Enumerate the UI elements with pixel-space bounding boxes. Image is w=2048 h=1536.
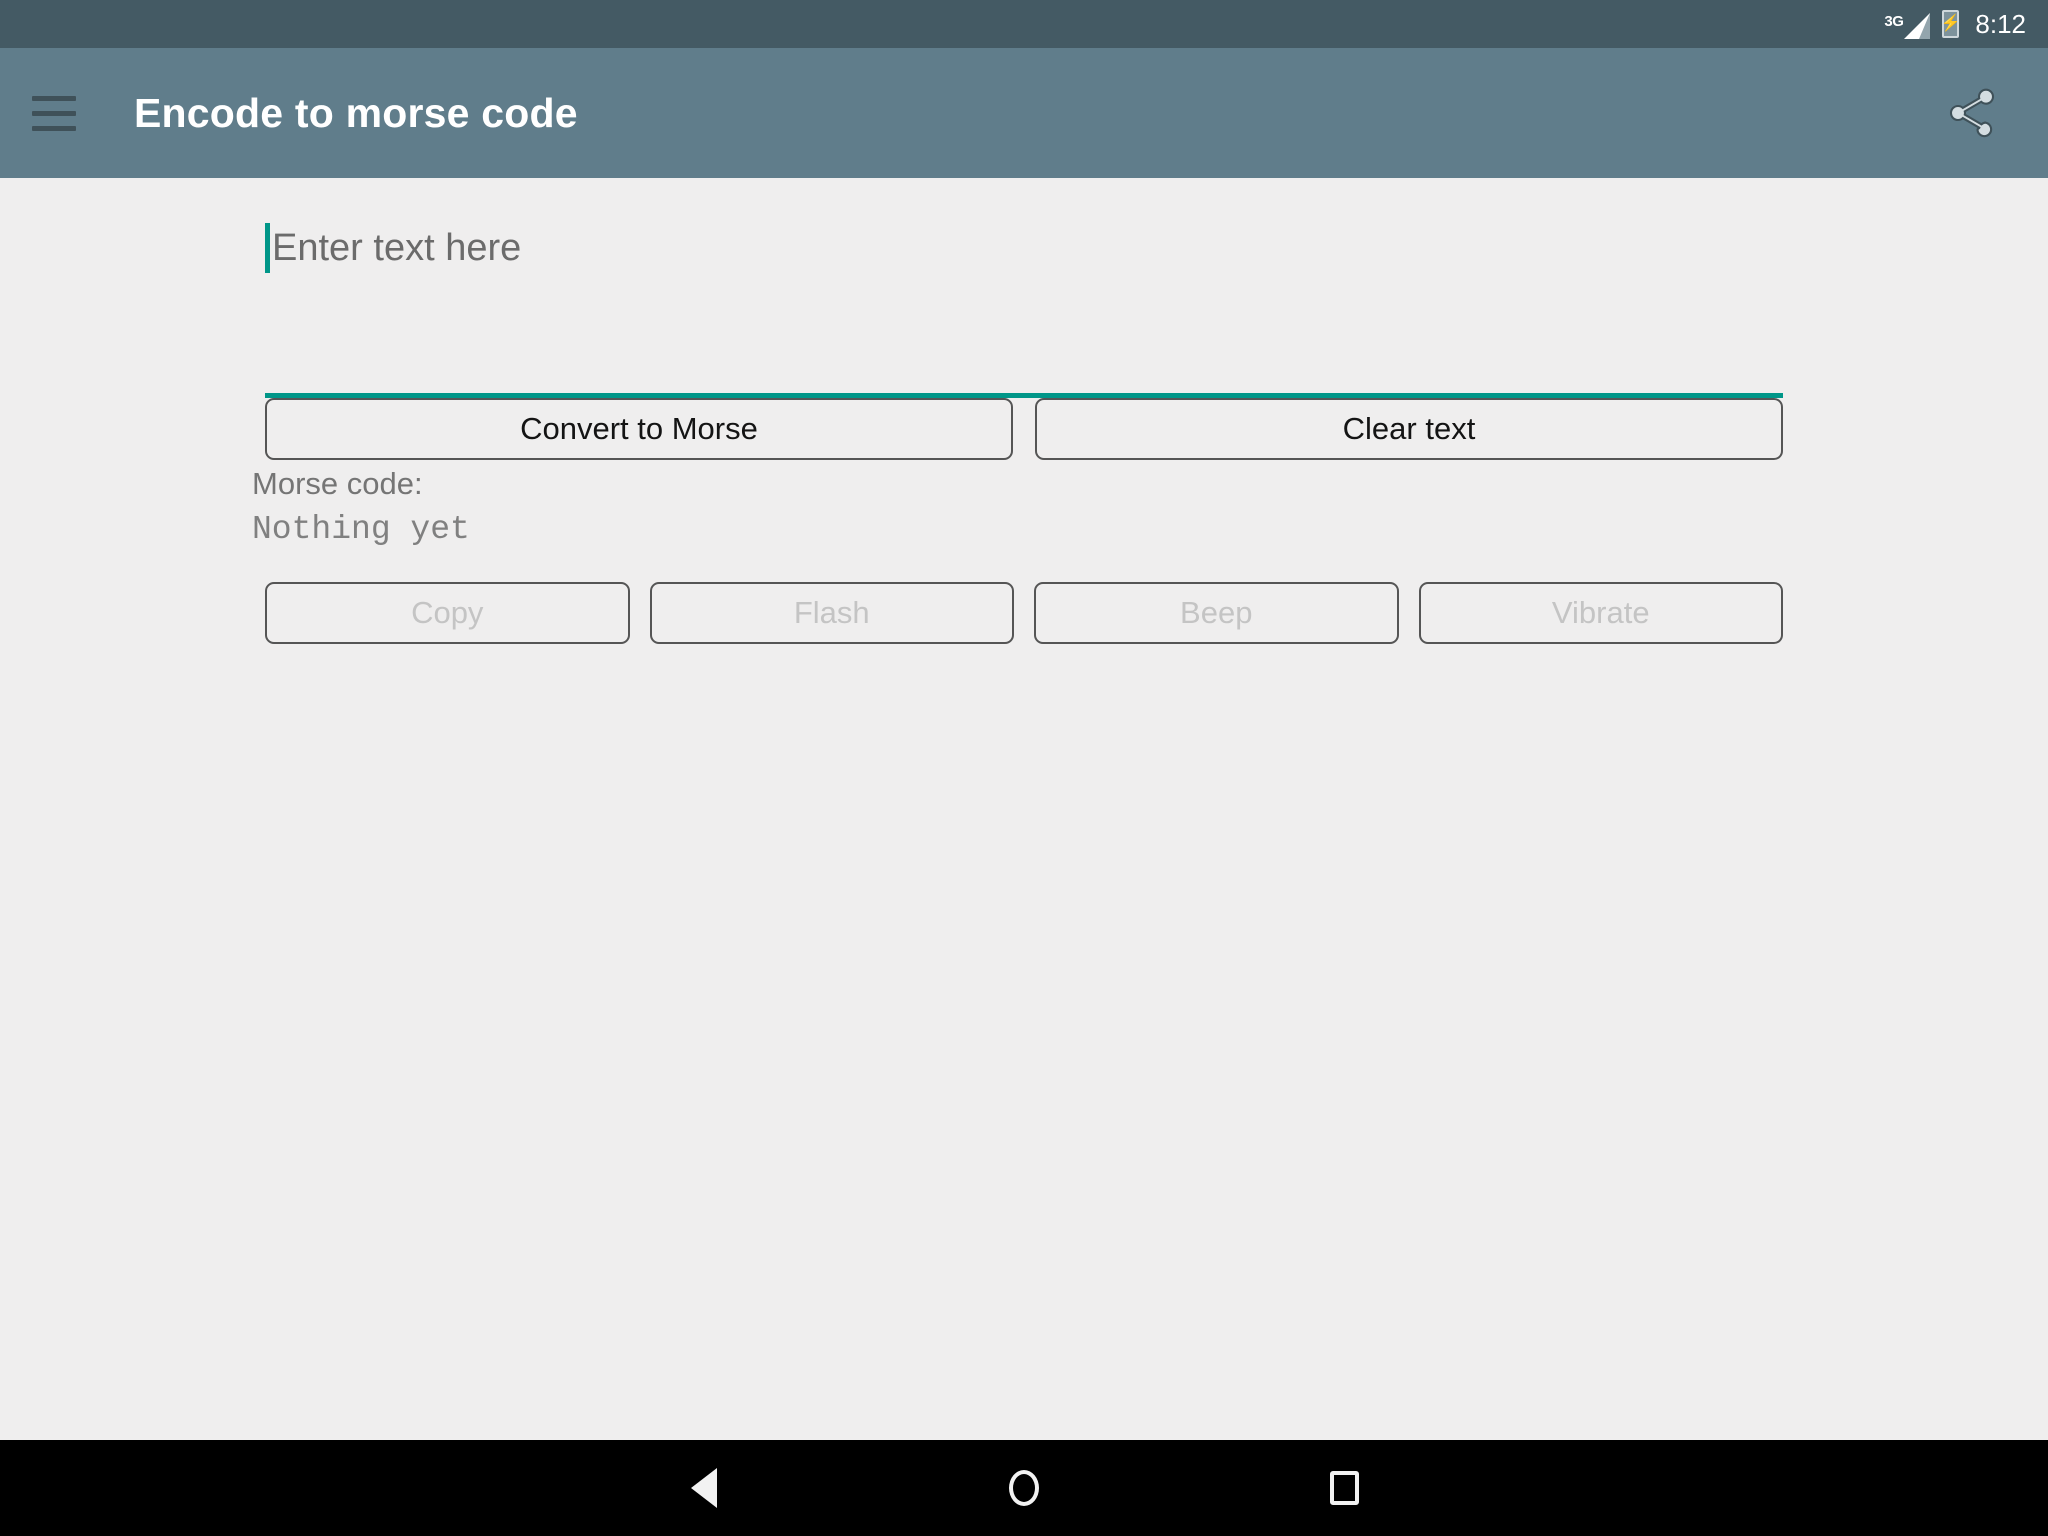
status-bar: 3G ⚡ 8:12: [0, 0, 2048, 48]
back-triangle-icon: [691, 1468, 717, 1508]
secondary-action-row: Copy Flash Beep Vibrate: [265, 582, 1783, 644]
page-title: Encode to morse code: [134, 89, 578, 136]
network-type-label: 3G: [1884, 13, 1904, 30]
nav-back-button[interactable]: [544, 1440, 864, 1536]
text-cursor: [265, 223, 270, 273]
nav-home-button[interactable]: [864, 1440, 1184, 1536]
morse-code-label: Morse code:: [252, 466, 423, 501]
recents-square-icon: [1329, 1471, 1359, 1505]
nav-recents-button[interactable]: [1184, 1440, 1504, 1536]
home-circle-icon: [1009, 1470, 1039, 1506]
beep-button[interactable]: Beep: [1034, 582, 1399, 644]
main-content: Enter text here Convert to Morse Clear t…: [0, 178, 2048, 1440]
convert-to-morse-button[interactable]: Convert to Morse: [265, 398, 1013, 460]
menu-bar-1: [32, 95, 76, 101]
hamburger-menu-icon[interactable]: [32, 89, 94, 137]
copy-button[interactable]: Copy: [265, 582, 630, 644]
flash-button[interactable]: Flash: [649, 582, 1014, 644]
status-bar-clock: 8:12: [1975, 8, 2026, 39]
battery-charging-icon: ⚡: [1942, 10, 1960, 38]
app-bar: Encode to morse code: [0, 48, 2048, 178]
android-screen: 3G ⚡ 8:12 Encode to morse code: [0, 0, 2048, 1536]
text-input-placeholder: Enter text here: [272, 227, 522, 269]
clear-text-button[interactable]: Clear text: [1035, 398, 1783, 460]
morse-output-block: Morse code: Nothing yet: [252, 463, 1772, 553]
status-bar-icons: 3G ⚡ 8:12: [1884, 9, 2026, 40]
share-glyph: [1949, 88, 1995, 138]
morse-code-value: Nothing yet: [252, 511, 470, 548]
menu-bar-2: [32, 110, 76, 116]
text-input-field[interactable]: Enter text here: [265, 200, 1783, 398]
primary-action-row: Convert to Morse Clear text: [265, 398, 1783, 460]
signal-bars-icon: 3G: [1884, 9, 1931, 39]
menu-bar-3: [32, 125, 76, 131]
signal-triangle: [1904, 13, 1931, 39]
share-icon[interactable]: [1941, 82, 2003, 144]
android-nav-bar: [0, 1440, 2048, 1536]
vibrate-button[interactable]: Vibrate: [1418, 582, 1783, 644]
